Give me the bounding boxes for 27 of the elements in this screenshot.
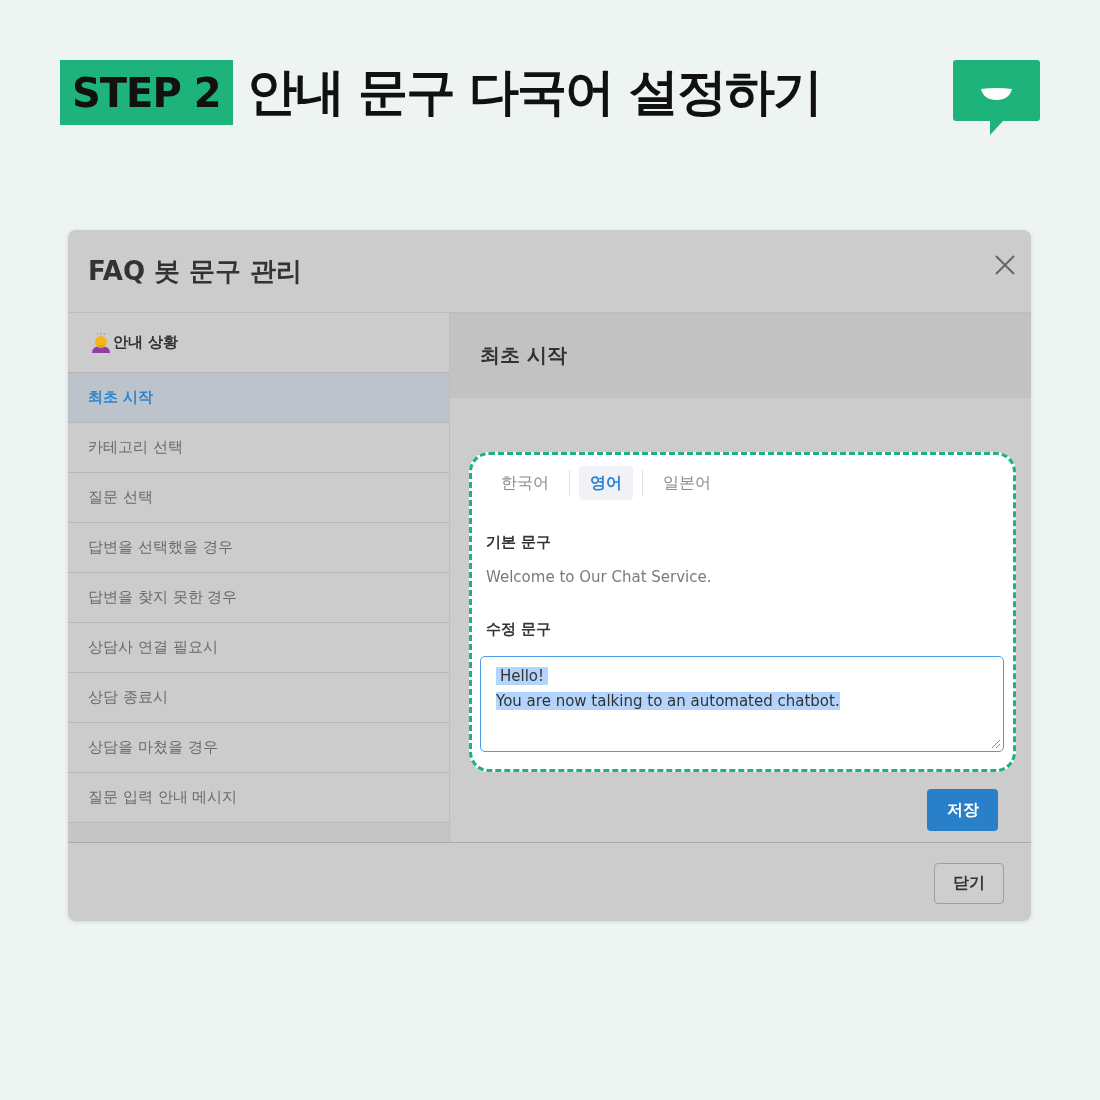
- default-text-label: 기본 문구: [486, 533, 552, 552]
- message-textarea[interactable]: Hello! You are now talking to an automated chatbot.: [480, 656, 1004, 752]
- dialog-title: FAQ 봇 문구 관리: [88, 254, 303, 288]
- language-tab[interactable]: 영어: [579, 466, 633, 500]
- close-icon[interactable]: [995, 255, 1015, 275]
- language-tab[interactable]: 일본어: [652, 466, 722, 500]
- person-icon: [90, 331, 112, 354]
- close-button[interactable]: 닫기: [934, 863, 1004, 904]
- sidebar-item[interactable]: 상담사 연결 필요시: [68, 623, 449, 673]
- sidebar-item[interactable]: 최초 시작: [68, 373, 449, 423]
- sidebar-item[interactable]: 상담 종료시: [68, 673, 449, 723]
- resize-grip-icon[interactable]: [991, 739, 1001, 749]
- sidebar-item[interactable]: 상담을 마쳤을 경우: [68, 723, 449, 773]
- sidebar-item[interactable]: 카테고리 선택: [68, 423, 449, 473]
- sidebar-item[interactable]: 질문 입력 안내 메시지: [68, 773, 449, 823]
- page-title: 안내 문구 다국어 설정하기: [246, 62, 821, 123]
- sidebar-item[interactable]: 답변을 선택했을 경우: [68, 523, 449, 573]
- sidebar-item[interactable]: 답변을 찾지 못한 경우: [68, 573, 449, 623]
- chat-bubble-smile-icon: [953, 60, 1040, 135]
- step-badge: STEP 2: [60, 60, 233, 125]
- save-button[interactable]: 저장: [927, 789, 998, 831]
- sidebar-item[interactable]: 질문 선택: [68, 473, 449, 523]
- default-text: Welcome to Our Chat Service.: [486, 568, 712, 586]
- sidebar-heading: 안내 상황: [113, 333, 179, 352]
- panel-title: 최초 시작: [480, 342, 567, 369]
- edit-text-label: 수정 문구: [486, 620, 552, 639]
- language-tab[interactable]: 한국어: [490, 466, 560, 500]
